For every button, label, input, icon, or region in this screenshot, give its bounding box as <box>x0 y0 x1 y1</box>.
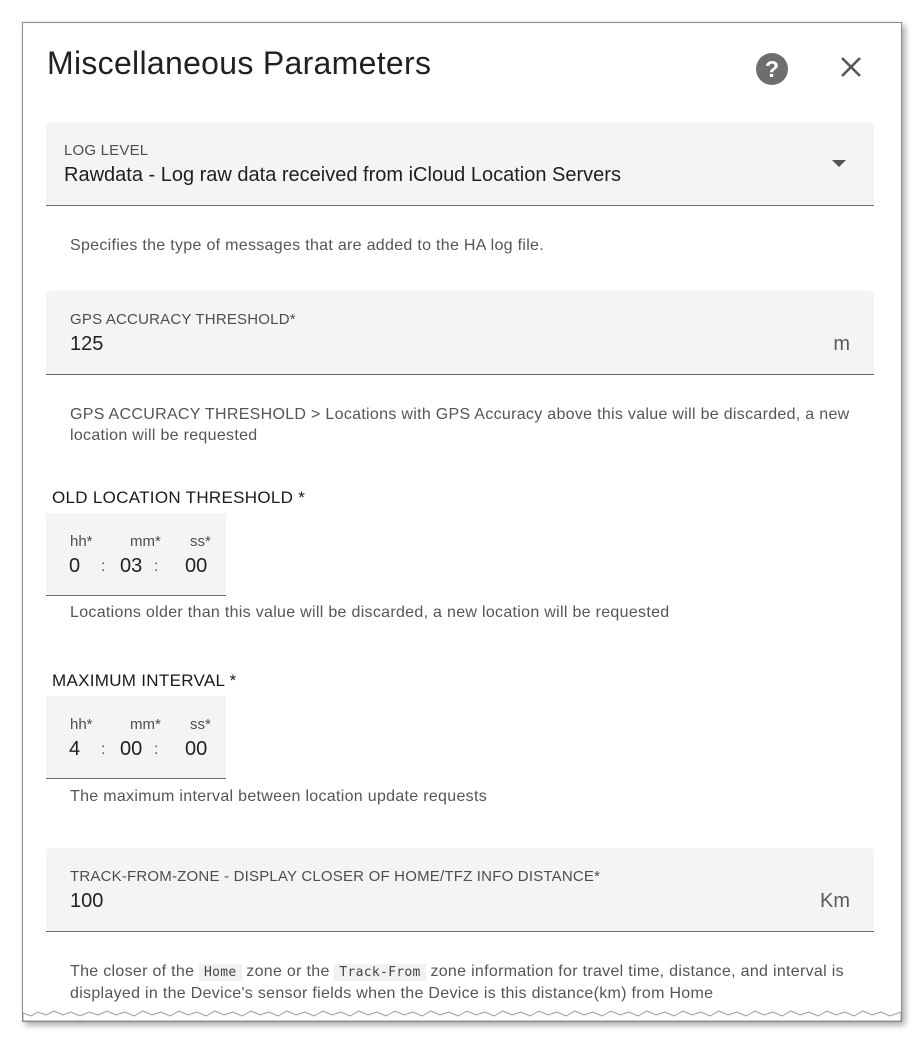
hh-label: hh* <box>70 716 93 733</box>
time-separator: : <box>154 558 159 575</box>
max-interval-duration[interactable]: hh* mm* ss* 4 : 00 : 00 <box>46 696 226 779</box>
hours-input[interactable]: 0 <box>69 555 80 578</box>
log-level-label: LOG LEVEL <box>64 142 149 159</box>
ss-label: ss* <box>190 716 211 733</box>
gps-accuracy-input[interactable]: GPS ACCURACY THRESHOLD* 125 m <box>46 291 874 375</box>
ss-label: ss* <box>190 533 211 550</box>
home-zone-code: Home <box>199 964 242 981</box>
minutes-input[interactable]: 00 <box>120 738 142 761</box>
seconds-input[interactable]: 00 <box>185 738 207 761</box>
old-location-duration[interactable]: hh* mm* ss* 0 : 03 : 00 <box>46 513 226 596</box>
dropdown-arrow-icon[interactable] <box>832 160 846 167</box>
help-icon[interactable]: ? <box>756 53 788 85</box>
gps-accuracy-helper: GPS ACCURACY THRESHOLD > Locations with … <box>70 406 850 444</box>
tfz-distance-label: TRACK-FROM-ZONE - DISPLAY CLOSER OF HOME… <box>70 868 601 885</box>
track-from-zone-code: Track-From <box>334 964 426 981</box>
time-separator: : <box>101 558 106 575</box>
log-level-helper: Specifies the type of messages that are … <box>70 237 544 254</box>
mm-label: mm* <box>130 716 161 733</box>
misc-parameters-dialog: Miscellaneous Parameters ? LOG LEVEL Raw… <box>22 22 902 1022</box>
helper-text: The closer of the <box>70 963 195 980</box>
torn-edge <box>23 1010 901 1021</box>
max-interval-helper: The maximum interval between location up… <box>70 788 488 805</box>
hh-label: hh* <box>70 533 93 550</box>
log-level-select[interactable]: LOG LEVEL Rawdata - Log raw data receive… <box>46 122 874 206</box>
helper-text: zone or the <box>246 963 330 980</box>
tfz-distance-input[interactable]: TRACK-FROM-ZONE - DISPLAY CLOSER OF HOME… <box>46 848 874 932</box>
max-interval-label: MAXIMUM INTERVAL * <box>52 671 237 690</box>
seconds-input[interactable]: 00 <box>185 555 207 578</box>
log-level-value: Rawdata - Log raw data received from iCl… <box>64 164 621 186</box>
time-separator: : <box>101 741 106 758</box>
hours-input[interactable]: 4 <box>69 738 80 761</box>
tfz-distance-suffix: Km <box>820 890 850 912</box>
gps-accuracy-value[interactable]: 125 <box>70 333 103 356</box>
minutes-input[interactable]: 03 <box>120 555 142 578</box>
dialog-title: Miscellaneous Parameters <box>47 45 432 81</box>
time-separator: : <box>154 741 159 758</box>
tfz-distance-helper: The closer of the Home zone or the Track… <box>70 961 860 1004</box>
mm-label: mm* <box>130 533 161 550</box>
gps-accuracy-label: GPS ACCURACY THRESHOLD* <box>70 311 296 328</box>
old-location-label: OLD LOCATION THRESHOLD * <box>52 488 306 507</box>
close-icon[interactable] <box>833 49 869 85</box>
old-location-helper: Locations older than this value will be … <box>70 604 670 621</box>
gps-accuracy-suffix: m <box>833 333 850 355</box>
tfz-distance-value[interactable]: 100 <box>70 890 103 913</box>
